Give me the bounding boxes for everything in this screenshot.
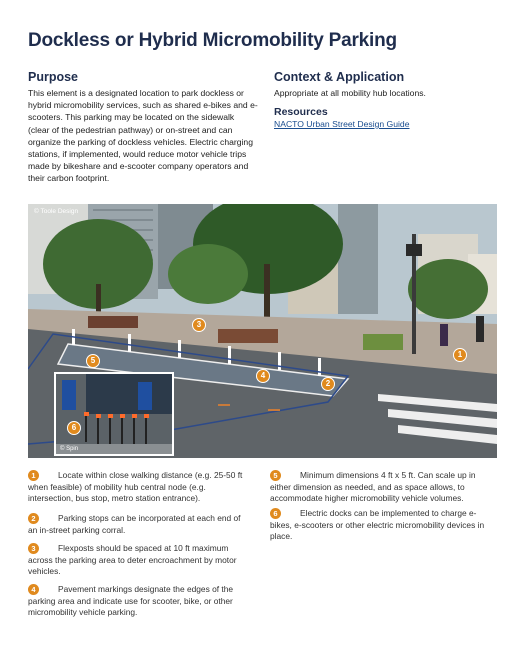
photo-marker-4: 4 (256, 369, 270, 383)
note-number: 1 (28, 470, 39, 481)
note-item: 2 Parking stops can be incorporated at e… (28, 513, 248, 536)
inset-photo: © Spin (54, 372, 174, 456)
note-number: 2 (28, 513, 39, 524)
purpose-heading: Purpose (28, 70, 79, 84)
photo-credit: © Toole Design (34, 208, 79, 215)
resources-heading: Resources (274, 106, 328, 118)
note-number: 3 (28, 543, 39, 554)
note-text: Flexposts should be spaced at 10 ft maxi… (28, 543, 237, 577)
page-title: Dockless or Hybrid Micromobility Parking (28, 30, 397, 51)
charging-dock-illustration (56, 374, 172, 454)
street-photo: © Toole Design © Spin 1 2 3 4 5 6 (28, 204, 497, 458)
photo-marker-2: 2 (321, 377, 335, 391)
nacto-guide-link[interactable]: NACTO Urban Street Design Guide (274, 119, 410, 129)
note-text: Electric docks can be implemented to cha… (270, 508, 485, 542)
inset-credit: © Spin (60, 446, 79, 452)
note-number: 4 (28, 584, 39, 595)
context-heading: Context & Application (274, 70, 405, 84)
note-number: 6 (270, 508, 281, 519)
photo-marker-3: 3 (192, 318, 206, 332)
photo-marker-5: 5 (86, 354, 100, 368)
note-item: 6 Electric docks can be implemented to c… (270, 508, 498, 543)
photo-marker-6: 6 (67, 421, 81, 435)
note-number: 5 (270, 470, 281, 481)
note-text: Locate within close walking distance (e.… (28, 470, 243, 504)
photo-marker-1: 1 (453, 348, 467, 362)
note-text: Minimum dimensions 4 ft x 5 ft. Can scal… (270, 470, 476, 504)
purpose-text: This element is a designated location to… (28, 88, 258, 184)
note-text: Parking stops can be incorporated at eac… (28, 513, 241, 535)
note-item: 4 Pavement markings designate the edges … (28, 584, 248, 619)
note-item: 3 Flexposts should be spaced at 10 ft ma… (28, 543, 248, 578)
note-item: 5 Minimum dimensions 4 ft x 5 ft. Can sc… (270, 470, 498, 505)
context-text: Appropriate at all mobility hub location… (274, 88, 426, 98)
note-text: Pavement markings designate the edges of… (28, 584, 234, 618)
note-item: 1 Locate within close walking distance (… (28, 470, 248, 505)
